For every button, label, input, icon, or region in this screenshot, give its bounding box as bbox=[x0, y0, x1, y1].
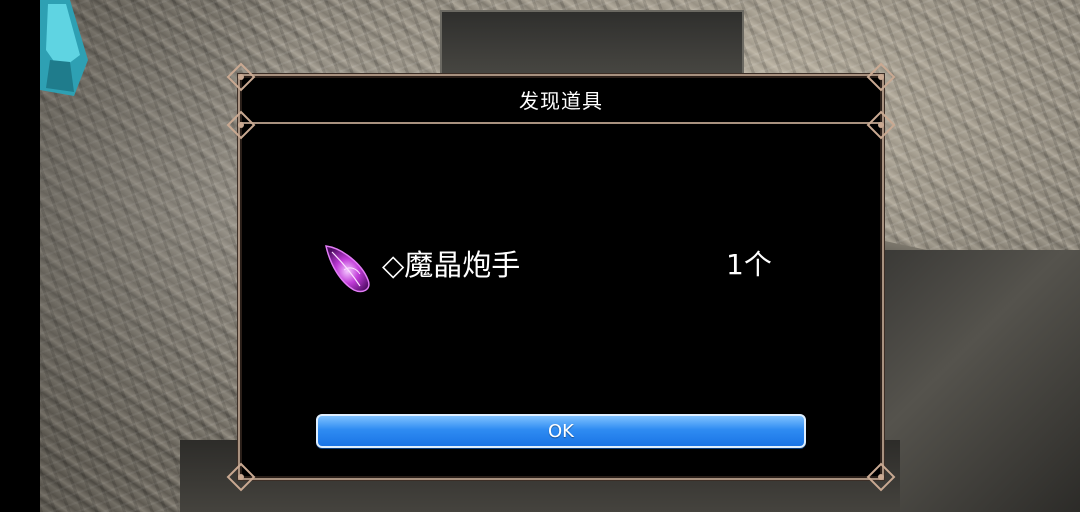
dialog-header: 发现道具 bbox=[240, 76, 882, 124]
item-found-dialog: 发现道具 ◇魔晶炮手 1个 OK bbox=[226, 62, 896, 492]
item-count: 1个 bbox=[726, 248, 772, 281]
item-name: ◇魔晶炮手 bbox=[382, 248, 521, 282]
corner-ornament-icon bbox=[226, 462, 256, 492]
ok-button[interactable]: OK bbox=[316, 414, 806, 448]
corner-ornament-icon bbox=[866, 462, 896, 492]
ok-button-label: OK bbox=[548, 420, 574, 442]
purple-crystal-leaf-icon bbox=[322, 240, 374, 296]
stone-pit bbox=[440, 10, 744, 84]
crystal-object bbox=[40, 0, 92, 100]
corner-ornament-icon bbox=[226, 110, 256, 140]
found-item-row: ◇魔晶炮手 1个 bbox=[322, 240, 782, 296]
corner-ornament-icon bbox=[866, 62, 896, 92]
corner-ornament-icon bbox=[866, 110, 896, 140]
right-stone-wall bbox=[880, 250, 1080, 512]
game-scene: 发现道具 ◇魔晶炮手 1个 OK bbox=[0, 0, 1080, 512]
corner-ornament-icon bbox=[226, 62, 256, 92]
screen-left-border bbox=[0, 0, 40, 512]
dialog-title: 发现道具 bbox=[519, 88, 603, 113]
